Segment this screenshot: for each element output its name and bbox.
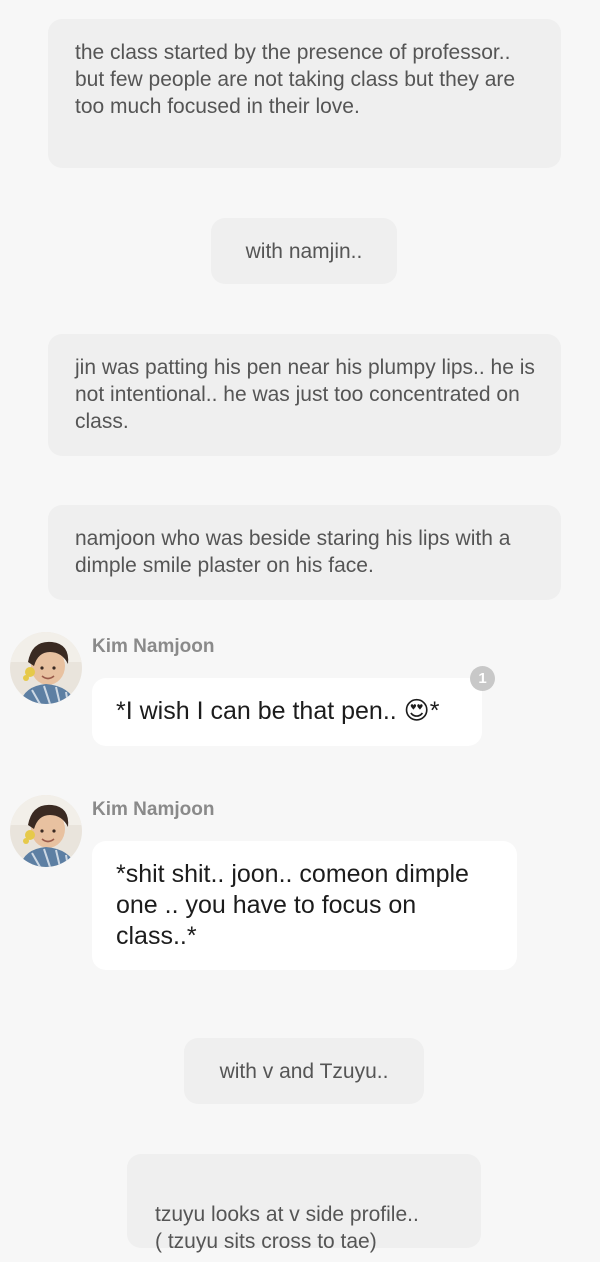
narration-text: the class started by the presence of pro… — [75, 41, 516, 118]
narration-bubble: the class started by the presence of pro… — [48, 19, 561, 168]
chat-message: Kim Namjoon *shit shit.. joon.. comeon d… — [0, 795, 600, 975]
avatar[interactable] — [10, 795, 82, 867]
avatar[interactable] — [10, 632, 82, 704]
narration-text: namjoon who was beside staring his lips … — [75, 527, 511, 577]
narration-bubble: with v and Tzuyu.. — [184, 1038, 424, 1104]
narration-text: with v and Tzuyu.. — [219, 1059, 389, 1083]
message-bubble[interactable]: *I wish I can be that pen.. 😍* — [92, 678, 482, 746]
narration-bubble: jin was patting his pen near his plumpy … — [48, 334, 561, 456]
narration-text: tzuyu looks at v side profile.. ( tzuyu … — [155, 1203, 419, 1253]
unread-count-badge: 1 — [470, 666, 495, 691]
chat-message: Kim Namjoon *I wish I can be that pen.. … — [0, 632, 600, 752]
message-bubble[interactable]: *shit shit.. joon.. comeon dimple one ..… — [92, 841, 517, 970]
narration-text: jin was patting his pen near his plumpy … — [75, 356, 535, 433]
profile-photo-icon — [10, 795, 82, 867]
sender-name: Kim Namjoon — [92, 636, 215, 657]
message-text: *shit shit.. joon.. comeon dimple one ..… — [116, 860, 469, 950]
narration-bubble: tzuyu looks at v side profile.. ( tzuyu … — [127, 1154, 481, 1253]
chat-story-screen: the class started by the presence of pro… — [0, 0, 600, 1262]
sender-name: Kim Namjoon — [92, 799, 215, 820]
narration-bubble: with namjin.. — [211, 218, 397, 284]
narration-text: with namjin.. — [245, 239, 363, 263]
narration-bubble: namjoon who was beside staring his lips … — [48, 505, 561, 600]
badge-count: 1 — [478, 670, 487, 687]
profile-photo-icon — [10, 632, 82, 704]
message-text: *I wish I can be that pen.. 😍* — [116, 697, 440, 725]
